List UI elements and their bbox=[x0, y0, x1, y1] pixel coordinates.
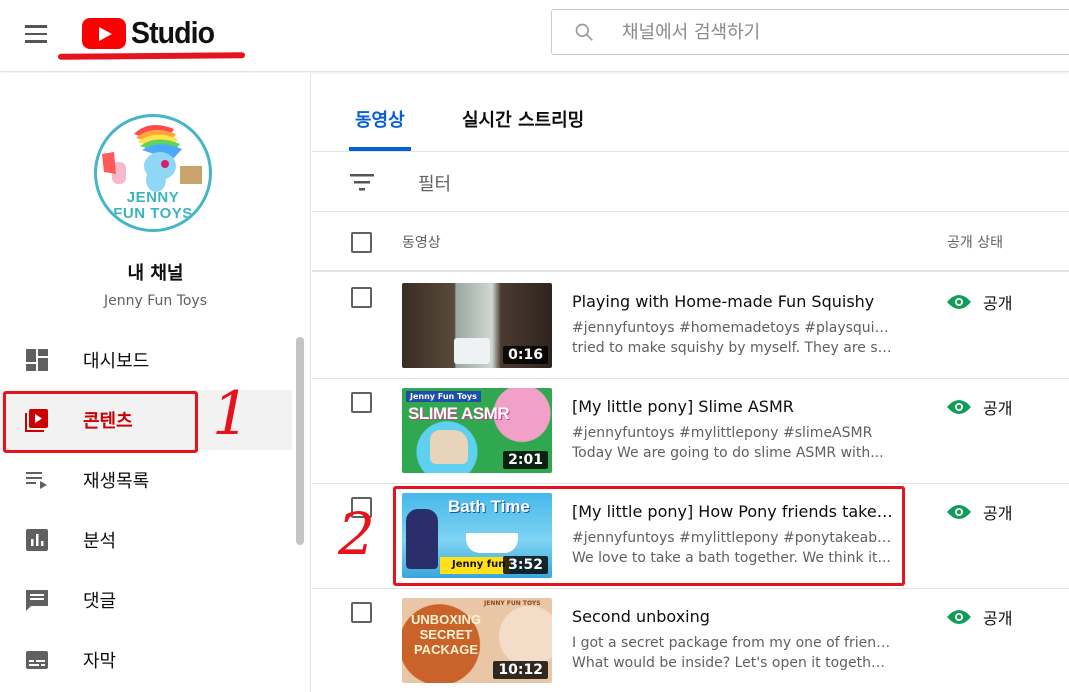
visibility-status[interactable]: 공개 bbox=[947, 395, 1012, 419]
annotation-underline bbox=[57, 52, 246, 60]
column-header-video[interactable]: 동영상 bbox=[402, 232, 441, 252]
logo-text: Studio bbox=[131, 15, 215, 50]
menu-icon[interactable] bbox=[25, 22, 49, 43]
subtitles-icon bbox=[26, 651, 48, 669]
sidebar-item-playlists[interactable]: 재생목록 bbox=[0, 450, 292, 510]
thumbnail-tag: Jenny Fun Toys bbox=[406, 391, 481, 402]
table-row[interactable]: Jenny Fun Toys SLIME ASMR 2:01 [My littl… bbox=[312, 379, 1069, 484]
select-all-checkbox[interactable] bbox=[351, 232, 372, 253]
channel-name: Jenny Fun Toys bbox=[103, 293, 208, 309]
video-thumbnail[interactable]: JENNY FUN TOYS UNBOXING SECRET PACKAGE 1… bbox=[402, 598, 552, 683]
annotation-box bbox=[393, 486, 905, 586]
visibility-status[interactable]: 공개 bbox=[947, 605, 1012, 629]
eye-icon bbox=[947, 295, 971, 309]
filter-input[interactable]: 필터 bbox=[418, 170, 451, 196]
comments-icon bbox=[26, 590, 48, 611]
avatar-text: FUN TOYS bbox=[113, 205, 193, 222]
visibility-label: 공개 bbox=[983, 609, 1013, 628]
thumbnail-tag: JENNY FUN TOYS bbox=[484, 600, 541, 607]
sidebar-item-comments[interactable]: 댓글 bbox=[0, 570, 292, 630]
visibility-label: 공개 bbox=[983, 294, 1013, 313]
visibility-label: 공개 bbox=[983, 399, 1013, 418]
active-tab-indicator bbox=[349, 147, 411, 151]
column-header-visibility[interactable]: 공개 상태 bbox=[947, 232, 1003, 252]
youtube-studio-page: Studio 채널에서 검색하기 JENNY FUN TOYS 내 채널 Jen… bbox=[0, 0, 1069, 692]
filter-bar[interactable]: 필터 bbox=[312, 152, 1069, 212]
annotation-number: 1 bbox=[212, 379, 251, 449]
studio-logo[interactable]: Studio bbox=[82, 15, 221, 50]
sidebar-item-label: 대시보드 bbox=[83, 351, 150, 372]
video-thumbnail[interactable]: 0:16 bbox=[402, 283, 552, 368]
channel-title: 내 채널 bbox=[127, 263, 184, 284]
video-description: #jennyfuntoys #homemadetoys #playsquishy… bbox=[572, 318, 892, 358]
playlist-icon bbox=[26, 472, 47, 489]
video-title[interactable]: Playing with Home-made Fun Squishy bbox=[572, 292, 897, 311]
content-panel: 동영상 실시간 스트리밍 필터 동영상 공개 상태 0:16 Playing w… bbox=[312, 73, 1069, 692]
sidebar-item-label: 분석 bbox=[83, 531, 117, 552]
video-title[interactable]: Second unboxing bbox=[572, 607, 897, 626]
table-row[interactable]: JENNY FUN TOYS UNBOXING SECRET PACKAGE 1… bbox=[312, 589, 1069, 692]
top-bar: Studio bbox=[0, 0, 1069, 72]
tab-live[interactable]: 실시간 스트리밍 bbox=[462, 106, 584, 132]
eye-icon bbox=[947, 610, 971, 624]
description-line: Today We are going to do slime ASMR with… bbox=[572, 445, 884, 461]
annotation-number: 2 bbox=[338, 500, 375, 568]
row-checkbox[interactable] bbox=[351, 392, 372, 413]
video-description: I got a secret package from my one of fr… bbox=[572, 633, 892, 673]
tab-bar: 동영상 실시간 스트리밍 bbox=[312, 73, 1069, 152]
tab-videos[interactable]: 동영상 bbox=[355, 106, 405, 132]
channel-avatar[interactable]: JENNY FUN TOYS bbox=[94, 114, 212, 232]
sidebar-item-label: 자막 bbox=[83, 651, 117, 672]
video-duration: 0:16 bbox=[503, 346, 548, 364]
description-line: tried to make squishy by myself. They ar… bbox=[572, 340, 892, 356]
video-duration: 10:12 bbox=[493, 661, 548, 679]
video-thumbnail[interactable]: Jenny Fun Toys SLIME ASMR 2:01 bbox=[402, 388, 552, 473]
thumbnail-title: UNBOXING SECRET PACKAGE bbox=[410, 612, 482, 657]
analytics-icon bbox=[26, 529, 48, 551]
dashboard-icon bbox=[26, 349, 48, 371]
description-line: I got a secret package from my one of fr… bbox=[572, 635, 892, 651]
youtube-logo-icon bbox=[82, 17, 126, 49]
sidebar: JENNY FUN TOYS 내 채널 Jenny Fun Toys 대시보드 … bbox=[0, 73, 311, 692]
visibility-label: 공개 bbox=[983, 504, 1013, 523]
row-checkbox[interactable] bbox=[351, 602, 372, 623]
search-box[interactable] bbox=[551, 9, 1069, 55]
description-line: #jennyfuntoys #homemadetoys #playsquishy… bbox=[572, 320, 892, 336]
table-header: 동영상 공개 상태 bbox=[312, 212, 1069, 272]
sidebar-item-analytics[interactable]: 분석 bbox=[0, 510, 292, 570]
thumbnail-object bbox=[454, 338, 490, 364]
sidebar-scrollbar[interactable] bbox=[296, 337, 304, 545]
thumbnail-title: SLIME ASMR bbox=[408, 404, 510, 423]
sidebar-item-label: 댓글 bbox=[83, 591, 117, 612]
search-icon[interactable] bbox=[574, 22, 594, 42]
annotation-box bbox=[3, 391, 198, 453]
thumbnail-pony bbox=[430, 430, 468, 464]
eye-icon bbox=[947, 400, 971, 414]
row-checkbox[interactable] bbox=[351, 287, 372, 308]
eye-icon bbox=[947, 505, 971, 519]
search-input[interactable] bbox=[622, 10, 1062, 54]
avatar-text: JENNY bbox=[126, 189, 180, 206]
visibility-status[interactable]: 공개 bbox=[947, 500, 1012, 524]
table-row[interactable]: 0:16 Playing with Home-made Fun Squishy … bbox=[312, 274, 1069, 379]
sidebar-item-subtitles[interactable]: 자막 bbox=[0, 630, 292, 690]
video-duration: 2:01 bbox=[503, 451, 548, 469]
visibility-status[interactable]: 공개 bbox=[947, 290, 1012, 314]
sidebar-item-label: 재생목록 bbox=[83, 471, 150, 492]
filter-icon[interactable] bbox=[350, 173, 374, 191]
video-description: #jennyfuntoys #mylittlepony #slimeASMR T… bbox=[572, 423, 892, 463]
description-line: What would be inside? Let's open it toge… bbox=[572, 655, 892, 671]
video-title[interactable]: [My little pony] Slime ASMR bbox=[572, 397, 897, 416]
description-line: #jennyfuntoys #mylittlepony #slimeASMR bbox=[572, 425, 873, 441]
